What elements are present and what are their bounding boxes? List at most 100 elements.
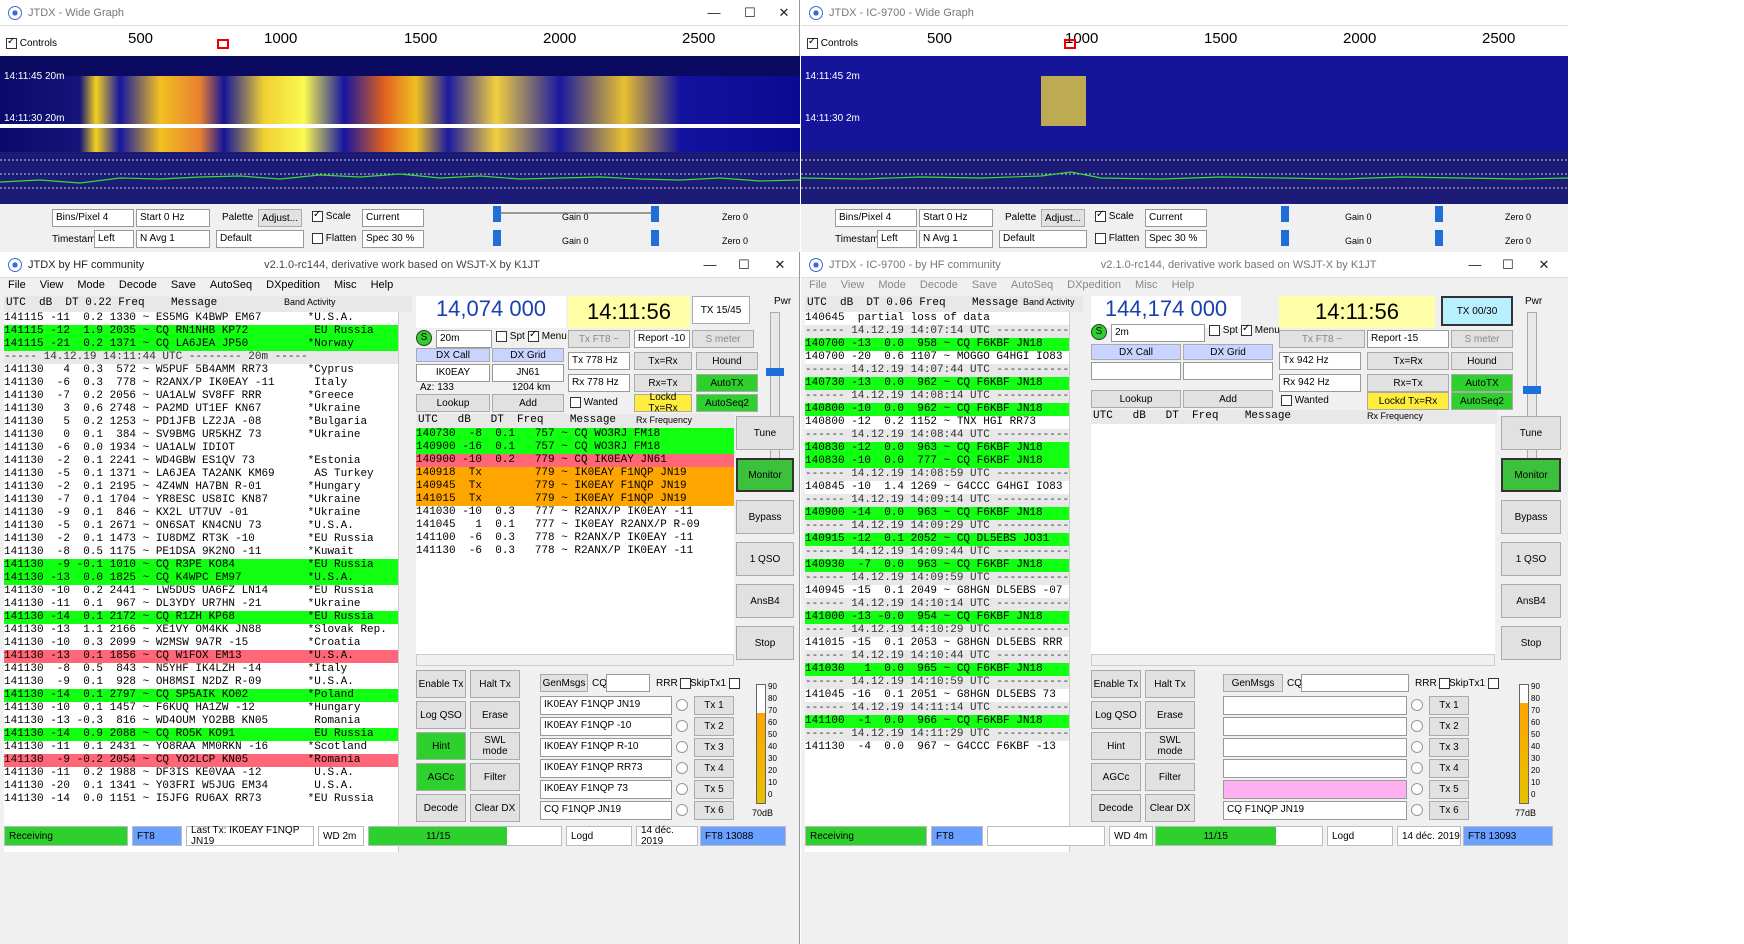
- band-activity-row[interactable]: ------ 14.12.19 14:11:14 UTC -----------: [805, 702, 1071, 715]
- navg-spinner[interactable]: N Avg 1: [136, 230, 210, 248]
- hint-button[interactable]: Hint: [1091, 732, 1141, 760]
- tx-3-button[interactable]: Tx 3: [1429, 738, 1469, 757]
- tx-2-radio[interactable]: [676, 720, 688, 732]
- rx-eq-tx-button[interactable]: Rx=Tx: [634, 374, 692, 392]
- power-slider-handle[interactable]: [1523, 386, 1541, 394]
- spt-checkbox[interactable]: Spt: [496, 331, 525, 342]
- maximize-button[interactable]: ☐: [737, 258, 751, 272]
- report-spinner[interactable]: Report -10: [634, 330, 690, 348]
- zero-slider-handle[interactable]: [1435, 206, 1443, 222]
- band-activity-row[interactable]: ------ 14.12.19 14:09:14 UTC -----------: [805, 494, 1071, 507]
- tx-message-1-input[interactable]: [1223, 696, 1407, 715]
- band-activity-row[interactable]: ------ 14.12.19 14:08:14 UTC -----------: [805, 390, 1071, 403]
- tx-hz-spinner[interactable]: Tx 778 Hz: [568, 352, 630, 370]
- menu-item-misc[interactable]: Misc: [334, 279, 357, 297]
- band-activity-row[interactable]: 141000 -13 -0.0 954 ~ CQ F6KBF JN18: [805, 611, 1071, 624]
- tx-mode-button[interactable]: Tx FT8 ~: [1279, 330, 1365, 348]
- band-activity-row[interactable]: 140645 partial loss of data: [805, 312, 1071, 325]
- zero-slider-handle[interactable]: [651, 206, 659, 222]
- tx-5-button[interactable]: Tx 5: [1429, 780, 1469, 799]
- band-activity-row[interactable]: ------ 14.12.19 14:09:29 UTC -----------: [805, 520, 1071, 533]
- band-activity-row[interactable]: 141130 -8 0.5 843 ~ N5YHF IK4LZH -14 *It…: [4, 663, 400, 676]
- band-activity-row[interactable]: 140945 -15 0.1 2049 ~ G8HGN DL5EBS -07: [805, 585, 1071, 598]
- close-button[interactable]: ✕: [773, 258, 787, 272]
- autoseq2-button[interactable]: AutoSeq2: [1451, 392, 1513, 410]
- skiptx1-checkbox[interactable]: SkipTx1: [1449, 678, 1499, 689]
- rx-frequency-row[interactable]: 141100 -6 0.3 778 ~ R2ANX/P IK0EAY -11: [416, 532, 734, 545]
- waterfall-display[interactable]: 14:11:45 2m 14:11:30 2m: [801, 56, 1568, 226]
- wanted-checkbox[interactable]: Wanted: [1281, 395, 1329, 406]
- band-activity-row[interactable]: ------ 14.12.19 14:10:29 UTC -----------: [805, 624, 1071, 637]
- tx-6-radio[interactable]: [676, 804, 688, 816]
- bins-per-pixel-spinner[interactable]: Bins/Pixel 4: [52, 209, 134, 227]
- band-activity-row[interactable]: 141130 0 0.1 384 ~ SV9BMG UR5KHZ 73 *Ukr…: [4, 429, 400, 442]
- menu-item-autoseq[interactable]: AutoSeq: [1011, 279, 1053, 297]
- gain-slider-handle[interactable]: [493, 206, 501, 222]
- menu-item-dxpedition[interactable]: DXpedition: [1067, 279, 1121, 297]
- band-activity-row[interactable]: 141015 -15 0.1 2053 ~ G8HGN DL5EBS RRR: [805, 637, 1071, 650]
- menu-item-decode[interactable]: Decode: [119, 279, 157, 297]
- tx-message-5-input[interactable]: [1223, 780, 1407, 799]
- lockd-tx-rx-button[interactable]: Lockd Tx=Rx: [634, 392, 692, 414]
- halt-tx-button[interactable]: Halt Tx: [1145, 670, 1195, 698]
- palette-dropdown[interactable]: Default: [999, 230, 1087, 248]
- tx-4-button[interactable]: Tx 4: [694, 759, 734, 778]
- bypass-button[interactable]: Bypass: [736, 500, 794, 534]
- band-activity-row[interactable]: 141130 -2 0.1 2241 ~ WD4GBW ES1QV 73 *Es…: [4, 455, 400, 468]
- rx-frequency-row[interactable]: 141015 Tx 779 ~ IK0EAY F1NQP JN19: [416, 493, 734, 506]
- sync-indicator-icon[interactable]: S: [416, 330, 432, 346]
- tx-message-4-input[interactable]: [1223, 759, 1407, 778]
- cq-input[interactable]: [606, 674, 650, 692]
- menu-item-misc[interactable]: Misc: [1135, 279, 1158, 297]
- band-activity-row[interactable]: ------ 14.12.19 14:08:59 UTC -----------: [805, 468, 1071, 481]
- tx-message-5-input[interactable]: IK0EAY F1NQP 73: [540, 780, 672, 799]
- band-activity-row[interactable]: ----- 14.12.19 14:11:44 UTC -------- 20m…: [4, 351, 400, 364]
- menu-checkbox[interactable]: Menu: [1241, 323, 1280, 336]
- band-activity-row[interactable]: 141130 -9 0.1 846 ~ KX2L UT7UV -01 *Ukra…: [4, 507, 400, 520]
- tx-message-6-input[interactable]: CQ F1NQP JN19: [540, 801, 672, 820]
- dx-grid-input[interactable]: JN61: [492, 364, 564, 382]
- tx-3-button[interactable]: Tx 3: [694, 738, 734, 757]
- menu-item-save[interactable]: Save: [972, 279, 997, 297]
- band-activity-row[interactable]: 141130 -14 0.0 1151 ~ I5JFG RU6AX RR73 *…: [4, 793, 400, 806]
- band-activity-row[interactable]: 141130 -9 -0.2 2054 ~ CQ YO2LCP KN05 *Ro…: [4, 754, 400, 767]
- tx-period-indicator[interactable]: TX 15/45: [692, 296, 750, 324]
- band-activity-list[interactable]: 140645 partial loss of data ------ 14.12.…: [805, 312, 1071, 852]
- genmsgs-button[interactable]: GenMsgs: [1223, 674, 1283, 692]
- band-activity-row[interactable]: ------ 14.12.19 14:11:29 UTC -----------: [805, 728, 1071, 741]
- smeter-button[interactable]: S meter: [692, 330, 754, 348]
- rx-frequency-list[interactable]: 140730 -8 0.1 757 ~ CQ WO3RJ FM18 140900 …: [416, 428, 734, 654]
- skiptx1-checkbox[interactable]: SkipTx1: [690, 678, 740, 689]
- rx-frequency-row[interactable]: 140918 Tx 779 ~ IK0EAY F1NQP JN19: [416, 467, 734, 480]
- clear-dx-button[interactable]: Clear DX: [1145, 794, 1195, 822]
- spec-spinner[interactable]: Spec 30 %: [362, 230, 424, 248]
- band-activity-row[interactable]: ------ 14.12.19 14:08:44 UTC -----------: [805, 429, 1071, 442]
- gain-slider-handle[interactable]: [1281, 206, 1289, 222]
- tune-button[interactable]: Tune: [1501, 416, 1561, 450]
- band-activity-row[interactable]: 140800 -12 0.2 1152 ~ TNX HGI RR73: [805, 416, 1071, 429]
- band-activity-row[interactable]: 141130 -14 0.1 2797 ~ CQ SP5AIK KO02 *Po…: [4, 689, 400, 702]
- menu-item-view[interactable]: View: [40, 279, 64, 297]
- power-slider-handle[interactable]: [766, 368, 784, 376]
- band-activity-row[interactable]: 141130 -5 0.1 2671 ~ ON6SAT KN4CNU 73 *U…: [4, 520, 400, 533]
- band-activity-row[interactable]: ------ 14.12.19 14:10:44 UTC -----------: [805, 650, 1071, 663]
- tx-message-2-input[interactable]: [1223, 717, 1407, 736]
- band-activity-row[interactable]: 141130 -13 -0.3 816 ~ WD4OUM YO2BB KN05 …: [4, 715, 400, 728]
- tx-hz-spinner[interactable]: Tx 942 Hz: [1279, 352, 1361, 370]
- rrr-checkbox[interactable]: RRR: [1415, 678, 1451, 689]
- band-activity-row[interactable]: 141130 5 0.2 1253 ~ PD1JFB LZ2JA -08 *Bu…: [4, 416, 400, 429]
- adjust-button[interactable]: Adjust...: [258, 209, 302, 227]
- rx-frequency-row[interactable]: 140900 -16 0.1 757 ~ CQ WO3RJ FM18: [416, 441, 734, 454]
- erase-button[interactable]: Erase: [470, 701, 520, 729]
- tx-message-3-input[interactable]: IK0EAY F1NQP R-10: [540, 738, 672, 757]
- band-activity-row[interactable]: 141130 -6 0.3 778 ~ R2ANX/P IK0EAY -11 I…: [4, 377, 400, 390]
- menu-item-mode[interactable]: Mode: [77, 279, 105, 297]
- 1-qso-button[interactable]: 1 QSO: [1501, 542, 1561, 576]
- band-activity-row[interactable]: 140800 -10 0.0 962 ~ CQ F6KBF JN18: [805, 403, 1071, 416]
- swl-mode-button[interactable]: SWL mode: [470, 732, 520, 760]
- start-hz-spinner[interactable]: Start 0 Hz: [136, 209, 210, 227]
- controls-checkbox[interactable]: Controls: [6, 36, 57, 49]
- lookup-button[interactable]: Lookup: [416, 394, 490, 412]
- band-activity-row[interactable]: 140830 -12 0.0 963 ~ CQ F6KBF JN18: [805, 442, 1071, 455]
- tx-period-indicator[interactable]: TX 00/30: [1441, 296, 1513, 326]
